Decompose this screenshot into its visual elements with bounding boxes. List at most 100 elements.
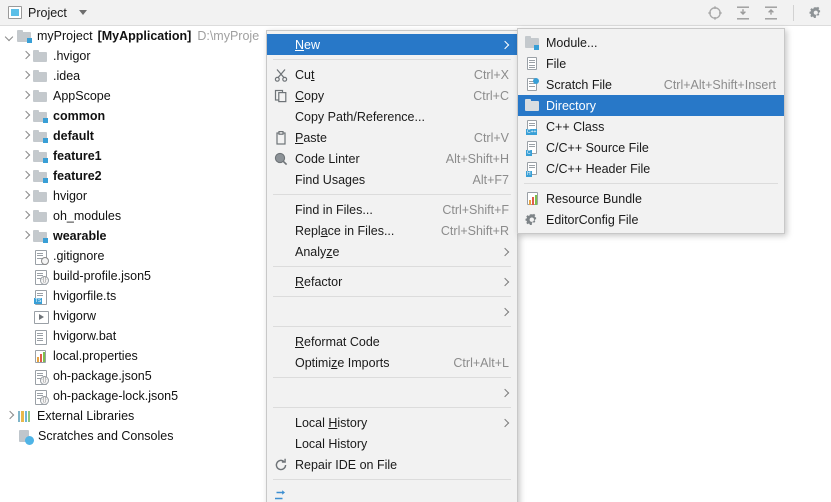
menu-item-label: Module... [546, 35, 598, 50]
menu-item-bookmarks[interactable] [267, 301, 517, 322]
project-toolbar: Project [0, 0, 831, 26]
scissors-icon [273, 67, 289, 83]
menu-item-label: Copy [295, 88, 325, 103]
menu-item-label: Local History [295, 415, 368, 430]
menu-item-replace-in-files[interactable]: Replace in Files... Ctrl+Shift+R [267, 220, 517, 241]
chevron-right-icon[interactable] [20, 71, 31, 82]
json5-file-icon: {} [33, 269, 49, 285]
submenu-item-cpp-class[interactable]: C++ C++ Class [518, 116, 784, 137]
menu-item-analyze[interactable]: Analyze [267, 241, 517, 262]
blank-icon [273, 415, 289, 431]
chevron-right-icon [501, 41, 509, 49]
gear-icon [524, 212, 540, 228]
toolbar-actions [707, 4, 831, 21]
project-tool-window-header[interactable]: Project [0, 6, 87, 20]
tree-item-label: AppScope [53, 89, 111, 103]
menu-item-open-in[interactable] [267, 382, 517, 403]
chevron-right-icon[interactable] [20, 231, 31, 242]
menu-item-cut[interactable]: Cut Ctrl+X [267, 64, 517, 85]
chevron-right-icon[interactable] [20, 111, 31, 122]
menu-item-copy[interactable]: Copy Ctrl+C [267, 85, 517, 106]
menu-item-refactor[interactable]: Refactor [267, 271, 517, 292]
root-application-name: [MyApplication] [97, 29, 192, 43]
submenu-item-file[interactable]: File [518, 53, 784, 74]
menu-item-label: Paste [295, 130, 327, 145]
folder-icon [33, 89, 48, 104]
chevron-right-icon[interactable] [20, 51, 31, 62]
module-folder-icon [33, 169, 48, 184]
menu-item-shortcut: Ctrl+Alt+L [453, 355, 509, 370]
menu-item-shortcut: Ctrl+C [473, 88, 509, 103]
context-menu[interactable]: New Cut Ctrl+X Copy Ctrl+C Copy Path/Ref… [266, 30, 518, 502]
blank-icon [273, 37, 289, 53]
c-source-file-icon: C [524, 140, 540, 156]
menu-item-paste[interactable]: Paste Ctrl+V [267, 127, 517, 148]
chevron-right-icon[interactable] [20, 151, 31, 162]
menu-item-label: Copy Path/Reference... [295, 109, 425, 124]
submenu-item-resource-bundle[interactable]: Resource Bundle [518, 188, 784, 209]
module-folder-icon [33, 129, 48, 144]
menu-item-find-usages[interactable]: Find Usages Alt+F7 [267, 169, 517, 190]
locate-icon[interactable] [707, 5, 723, 21]
tree-item-label: hvigorw [53, 309, 97, 323]
settings-gear-icon[interactable] [808, 5, 824, 21]
tree-item-label: local.properties [53, 349, 138, 363]
menu-separator [273, 194, 511, 195]
submenu-item-directory[interactable]: Directory [518, 95, 784, 116]
root-project-name: myProject [37, 29, 93, 43]
chevron-right-icon[interactable] [20, 191, 31, 202]
menu-item-label: Scratch File [546, 77, 612, 92]
menu-item-label: Local History [295, 436, 368, 451]
text-file-icon [33, 329, 48, 345]
menu-item-label: Code Linter [295, 151, 360, 166]
menu-item-local-history[interactable]: Local History [267, 412, 517, 433]
menu-item-repair-ide-on-file[interactable]: Local History [267, 433, 517, 454]
menu-item-compare-with[interactable] [267, 484, 517, 502]
chevron-right-icon[interactable] [20, 91, 31, 102]
tree-item-label: build-profile.json5 [53, 269, 151, 283]
menu-separator [273, 377, 511, 378]
chevron-right-icon[interactable] [20, 131, 31, 142]
menu-item-label: C/C++ Source File [546, 140, 649, 155]
submenu-item-module[interactable]: Module... [518, 32, 784, 53]
folder-icon [33, 189, 48, 204]
tree-item-label: hvigorw.bat [53, 329, 117, 343]
collapse-all-icon[interactable] [763, 5, 779, 21]
chevron-right-icon[interactable] [4, 411, 15, 422]
project-panel-icon [8, 6, 22, 19]
folder-icon [33, 49, 48, 64]
project-label: Project [28, 5, 67, 20]
submenu-item-editorconfig-file[interactable]: EditorConfig File [518, 209, 784, 230]
tree-item-label: default [53, 129, 94, 143]
menu-item-label: Resource Bundle [546, 191, 642, 206]
menu-item-label: Directory [546, 98, 597, 113]
chevron-right-icon[interactable] [20, 211, 31, 222]
new-submenu[interactable]: Module... File Scratch File Ctrl+Alt+Shi… [517, 28, 785, 234]
submenu-item-c-source-file[interactable]: C C/C++ Source File [518, 137, 784, 158]
menu-item-reformat-code[interactable]: Reformat Code [267, 331, 517, 352]
menu-item-label: File [546, 56, 567, 71]
submenu-item-scratch-file[interactable]: Scratch File Ctrl+Alt+Shift+Insert [518, 74, 784, 95]
menu-item-code-linter[interactable]: Code Linter Alt+Shift+H [267, 148, 517, 169]
menu-item-shortcut: Ctrl+X [473, 67, 509, 82]
cpp-class-icon: C++ [524, 119, 540, 135]
toolbar-divider [793, 4, 794, 21]
menu-item-reload-from-disk[interactable]: Repair IDE on File [267, 454, 517, 475]
file-icon [524, 56, 540, 72]
resource-bundle-icon [524, 191, 540, 207]
chevron-down-icon[interactable] [78, 10, 87, 15]
chevron-right-icon[interactable] [20, 171, 31, 182]
menu-item-optimize-imports[interactable]: Optimize Imports Ctrl+Alt+L [267, 352, 517, 373]
menu-separator [273, 266, 511, 267]
chevron-down-icon[interactable] [4, 31, 15, 42]
menu-item-shortcut: Ctrl+Alt+Shift+Insert [663, 77, 776, 92]
submenu-item-c-header-file[interactable]: H C/C++ Header File [518, 158, 784, 179]
menu-item-find-in-files[interactable]: Find in Files... Ctrl+Shift+F [267, 199, 517, 220]
menu-item-copy-path-reference[interactable]: Copy Path/Reference... [267, 106, 517, 127]
expand-all-icon[interactable] [735, 5, 751, 21]
menu-item-new[interactable]: New [267, 34, 517, 55]
menu-item-label: Replace in Files... [295, 223, 395, 238]
c-header-file-icon: H [524, 161, 540, 177]
typescript-file-icon: TS [33, 289, 48, 305]
tree-item-label: oh-package.json5 [53, 369, 152, 383]
